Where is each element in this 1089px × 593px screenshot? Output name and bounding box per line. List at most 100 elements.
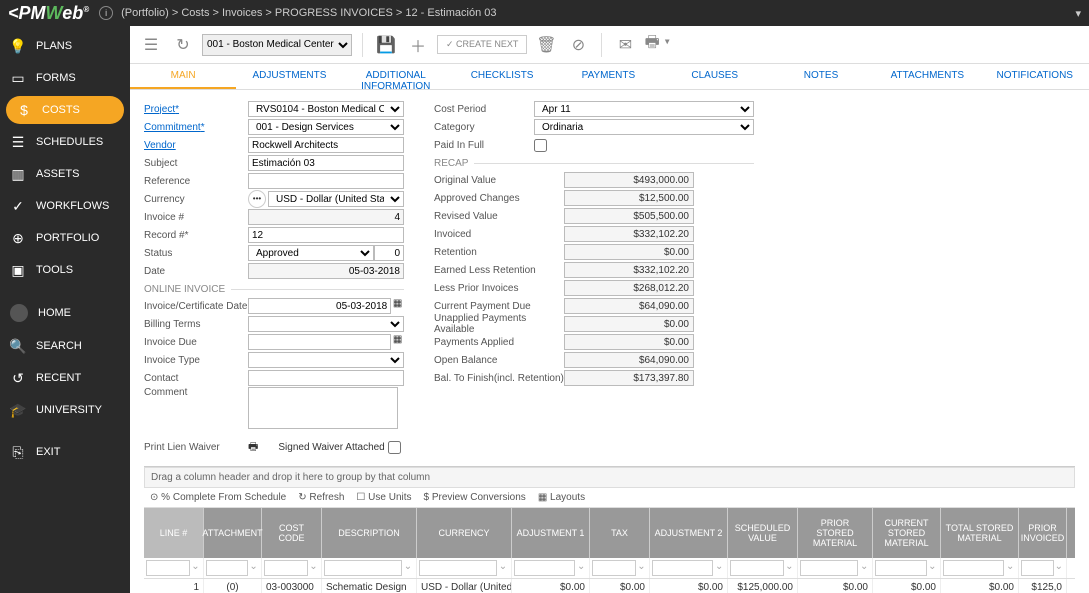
filter-input[interactable] bbox=[875, 560, 927, 576]
add-icon[interactable]: ＋ bbox=[405, 32, 431, 58]
sidebar-item-recent[interactable]: ↺RECENT bbox=[0, 362, 130, 394]
create-next-button[interactable]: ✓ CREATE NEXT bbox=[437, 35, 527, 54]
col-adj2[interactable]: ADJUSTMENT 2 bbox=[650, 508, 728, 558]
calendar-icon[interactable]: ▦ bbox=[391, 334, 404, 350]
tab-additional-info[interactable]: ADDITIONAL INFORMATION bbox=[343, 64, 449, 89]
col-cost-code[interactable]: COST CODE bbox=[262, 508, 322, 558]
col-description[interactable]: DESCRIPTION bbox=[322, 508, 417, 558]
sidebar-item-search[interactable]: 🔍SEARCH bbox=[0, 330, 130, 362]
funnel-icon[interactable]: ⌄ bbox=[497, 561, 509, 575]
funnel-icon[interactable]: ⌄ bbox=[575, 561, 587, 575]
filter-input[interactable] bbox=[146, 560, 190, 576]
col-tax[interactable]: TAX bbox=[590, 508, 650, 558]
use-units-checkbox[interactable]: ☐ Use Units bbox=[356, 492, 411, 503]
label-project[interactable]: Project bbox=[144, 104, 248, 115]
sidebar-item-costs[interactable]: $COSTS bbox=[6, 96, 124, 124]
sidebar-item-workflows[interactable]: ✓WORKFLOWS bbox=[0, 190, 130, 222]
cost-period-field[interactable]: Apr 11 bbox=[534, 101, 754, 117]
category-field[interactable]: Ordinaria bbox=[534, 119, 754, 135]
funnel-icon[interactable]: ⌄ bbox=[784, 561, 795, 575]
comment-field[interactable] bbox=[248, 387, 398, 429]
filter-input[interactable] bbox=[419, 560, 497, 576]
filter-input[interactable] bbox=[264, 560, 308, 576]
pct-complete-button[interactable]: ⊙ % Complete From Schedule bbox=[150, 492, 286, 503]
invoice-type-field[interactable] bbox=[248, 352, 404, 368]
mail-icon[interactable]: ✉ bbox=[612, 32, 638, 58]
preview-button[interactable]: $ Preview Conversions bbox=[424, 492, 526, 503]
printer-icon[interactable]: 🖶 bbox=[248, 438, 258, 457]
tab-attachments[interactable]: ATTACHMENTS bbox=[874, 64, 980, 89]
status-field[interactable]: Approved bbox=[248, 245, 374, 261]
filter-input[interactable] bbox=[730, 560, 784, 576]
label-vendor[interactable]: Vendor bbox=[144, 140, 248, 151]
col-total-stored[interactable]: TOTAL STORED MATERIAL bbox=[941, 508, 1019, 558]
filter-input[interactable] bbox=[943, 560, 1004, 576]
filter-input[interactable] bbox=[652, 560, 713, 576]
sidebar-item-exit[interactable]: ⎘EXIT bbox=[0, 436, 130, 468]
funnel-icon[interactable]: ⌄ bbox=[1054, 561, 1064, 575]
col-adj1[interactable]: ADJUSTMENT 1 bbox=[512, 508, 590, 558]
funnel-icon[interactable]: ⌄ bbox=[636, 561, 647, 575]
col-line[interactable]: LINE # bbox=[144, 508, 204, 558]
sidebar-item-university[interactable]: 🎓UNIVERSITY bbox=[0, 394, 130, 426]
tab-payments[interactable]: PAYMENTS bbox=[555, 64, 661, 89]
block-icon[interactable]: ⊘ bbox=[565, 32, 591, 58]
delete-icon[interactable]: 🗑 bbox=[533, 32, 559, 58]
project-field[interactable]: RVS0104 - Boston Medical Center bbox=[248, 101, 404, 117]
breadcrumb[interactable]: (Portfolio) > Costs > Invoices > PROGRES… bbox=[121, 7, 496, 19]
reference-field[interactable] bbox=[248, 173, 404, 189]
sidebar-item-schedules[interactable]: ☰SCHEDULES bbox=[0, 126, 130, 158]
tab-clauses[interactable]: CLAUSES bbox=[662, 64, 768, 89]
col-prior-stored[interactable]: PRIOR STORED MATERIAL bbox=[798, 508, 873, 558]
sidebar-item-plans[interactable]: 💡PLANS bbox=[0, 30, 130, 62]
sidebar-item-forms[interactable]: ▭FORMS bbox=[0, 62, 130, 94]
invoice-cert-date-field[interactable] bbox=[248, 298, 391, 314]
save-icon[interactable]: 💾 bbox=[373, 32, 399, 58]
dropdown-icon[interactable]: ▾ bbox=[1075, 7, 1081, 20]
contact-field[interactable] bbox=[248, 370, 404, 386]
status-pct-field[interactable] bbox=[374, 245, 404, 261]
project-selector[interactable]: 001 - Boston Medical Center - Rocky bbox=[202, 34, 352, 56]
funnel-icon[interactable]: ⌄ bbox=[858, 561, 870, 575]
commitment-field[interactable]: 001 - Design Services bbox=[248, 119, 404, 135]
vendor-field[interactable] bbox=[248, 137, 404, 153]
sidebar-item-tools[interactable]: ▣TOOLS bbox=[0, 254, 130, 286]
funnel-icon[interactable]: ⌄ bbox=[248, 561, 259, 575]
filter-input[interactable] bbox=[1021, 560, 1054, 576]
sidebar-item-assets[interactable]: ▥ASSETS bbox=[0, 158, 130, 190]
col-current-stored[interactable]: CURRENT STORED MATERIAL bbox=[873, 508, 941, 558]
billing-terms-field[interactable] bbox=[248, 316, 404, 332]
record-no-field[interactable] bbox=[248, 227, 404, 243]
subject-field[interactable] bbox=[248, 155, 404, 171]
refresh-icon[interactable]: ↻ bbox=[170, 32, 196, 58]
refresh-button[interactable]: ↻ Refresh bbox=[298, 492, 344, 503]
list-toggle-icon[interactable]: ☰ bbox=[138, 32, 164, 58]
print-icon[interactable]: 🖶 ▾ bbox=[644, 32, 670, 58]
funnel-icon[interactable]: ⌄ bbox=[190, 561, 201, 575]
funnel-icon[interactable]: ⌄ bbox=[1004, 561, 1016, 575]
filter-input[interactable] bbox=[800, 560, 858, 576]
funnel-icon[interactable]: ⌄ bbox=[713, 561, 725, 575]
col-attachment[interactable]: ATTACHMENT bbox=[204, 508, 262, 558]
col-prior-invoiced[interactable]: PRIOR INVOICED bbox=[1019, 508, 1067, 558]
sidebar-item-portfolio[interactable]: ⊕PORTFOLIO bbox=[0, 222, 130, 254]
calendar-icon[interactable]: ▦ bbox=[391, 298, 404, 314]
signed-waiver-checkbox[interactable] bbox=[388, 441, 401, 454]
currency-field[interactable]: USD - Dollar (United States of America) bbox=[268, 191, 404, 207]
funnel-icon[interactable]: ⌄ bbox=[402, 561, 414, 575]
tab-main[interactable]: MAIN bbox=[130, 64, 236, 89]
info-icon[interactable]: i bbox=[99, 6, 113, 20]
tab-checklists[interactable]: CHECKLISTS bbox=[449, 64, 555, 89]
layouts-button[interactable]: ▦ Layouts bbox=[538, 492, 585, 503]
filter-input[interactable] bbox=[206, 560, 248, 576]
tab-notifications[interactable]: NOTIFICATIONS bbox=[981, 64, 1089, 89]
col-currency[interactable]: CURRENCY bbox=[417, 508, 512, 558]
funnel-icon[interactable]: ⌄ bbox=[308, 561, 319, 575]
tab-adjustments[interactable]: ADJUSTMENTS bbox=[236, 64, 342, 89]
grid-group-bar[interactable]: Drag a column header and drop it here to… bbox=[144, 467, 1075, 488]
sidebar-item-home[interactable]: HOME bbox=[0, 296, 130, 330]
table-row[interactable]: 1 (0) 03-003000 Schematic Design USD - D… bbox=[144, 579, 1075, 593]
tab-notes[interactable]: NOTES bbox=[768, 64, 874, 89]
filter-input[interactable] bbox=[514, 560, 575, 576]
col-scheduled[interactable]: SCHEDULED VALUE bbox=[728, 508, 798, 558]
